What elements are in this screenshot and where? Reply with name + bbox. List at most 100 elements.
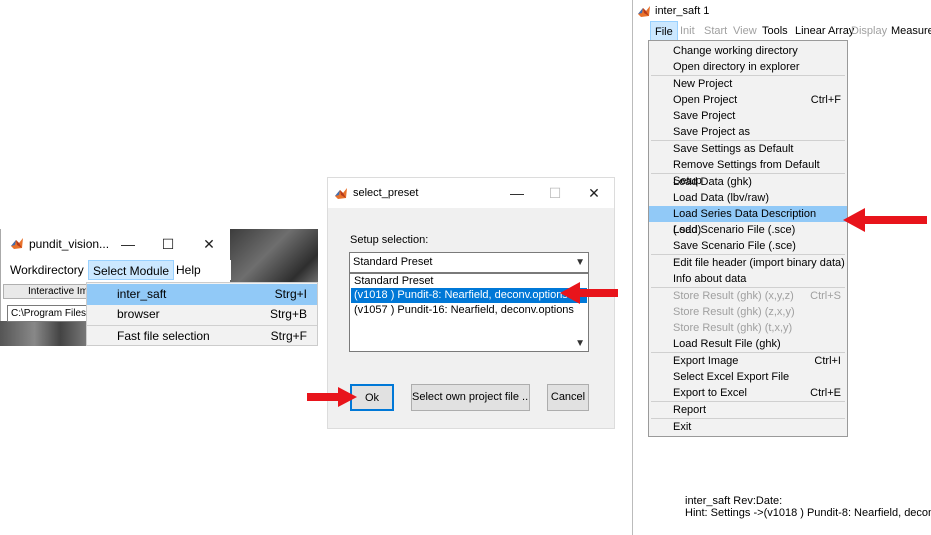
menu-item-save-project-as[interactable]: Save Project as bbox=[649, 124, 847, 140]
menu-item-load-result-file[interactable]: Load Result File (ghk) bbox=[649, 336, 847, 352]
menu-item-save-project[interactable]: Save Project bbox=[649, 108, 847, 124]
menu-item-label: Store Result (ghk) (t,x,y) bbox=[673, 322, 793, 334]
program-path-field[interactable]: C:\Program Files\ bbox=[7, 305, 89, 322]
menu-item-export-to-excel[interactable]: Export to Excel Ctrl+E bbox=[649, 385, 847, 401]
menu-item-label: Store Result (ghk) (z,x,y) bbox=[673, 306, 795, 318]
menu-item-shortcut: Ctrl+I bbox=[814, 355, 841, 367]
menu-file[interactable]: File bbox=[650, 21, 678, 41]
menu-item-fast-file-selection[interactable]: Fast file selection Strg+F bbox=[87, 326, 317, 347]
matlab-icon bbox=[11, 238, 23, 249]
menu-item-label: Load Data (ghk) bbox=[673, 176, 752, 188]
menu-item-select-excel-export-file[interactable]: Select Excel Export File bbox=[649, 369, 847, 385]
menu-item-label: Load Result File (ghk) bbox=[673, 338, 781, 350]
menu-item-browser[interactable]: browser Strg+B bbox=[87, 304, 317, 325]
menu-view[interactable]: View bbox=[733, 21, 757, 41]
menubar: File Init Start View Tools Linear Array … bbox=[633, 21, 931, 41]
combobox-value: Standard Preset bbox=[353, 256, 433, 268]
menu-item-store-result-xyz[interactable]: Store Result (ghk) (x,y,z) Ctrl+S bbox=[649, 288, 847, 304]
chevron-down-icon[interactable]: ▼ bbox=[575, 253, 585, 272]
menu-item-label: browser bbox=[117, 307, 160, 321]
inter-saft-window: inter_saft 1 File Init Start View Tools … bbox=[632, 0, 931, 535]
dialog-title: select_preset bbox=[353, 187, 419, 199]
window-title: inter_saft 1 bbox=[655, 5, 710, 17]
list-item[interactable]: (v1057 ) Pundit-16: Nearfield, deconv.op… bbox=[351, 303, 587, 318]
menu-tools[interactable]: Tools bbox=[762, 21, 788, 41]
menu-item-label: Save Scenario File (.sce) bbox=[673, 240, 796, 252]
menu-item-label: inter_saft bbox=[117, 287, 167, 301]
menu-help[interactable]: Help bbox=[172, 260, 205, 280]
red-arrow-icon bbox=[307, 387, 357, 407]
menu-item-export-image[interactable]: Export Image Ctrl+I bbox=[649, 353, 847, 369]
menu-item-load-data-lbv-raw[interactable]: Load Data (lbv/raw) bbox=[649, 190, 847, 206]
cancel-button[interactable]: Cancel bbox=[547, 384, 589, 411]
menu-item-label: Store Result (ghk) (x,y,z) bbox=[673, 290, 794, 302]
menu-start[interactable]: Start bbox=[704, 21, 727, 41]
menu-item-store-result-txy[interactable]: Store Result (ghk) (t,x,y) bbox=[649, 320, 847, 336]
window-title: pundit_vision... bbox=[29, 237, 110, 251]
menu-item-inter-saft[interactable]: inter_saft Strg+I bbox=[87, 284, 317, 305]
menu-item-label: Export Image bbox=[673, 355, 739, 367]
matlab-icon bbox=[335, 188, 347, 199]
menu-workdirectory[interactable]: Workdirectory bbox=[6, 260, 88, 280]
menu-item-edit-file-header[interactable]: Edit file header (import binary data) bbox=[649, 255, 847, 271]
select-module-dropdown: inter_saft Strg+I browser Strg+B Fast fi… bbox=[86, 282, 318, 346]
menu-item-report[interactable]: Report bbox=[649, 402, 847, 418]
status-revision-text: inter_saft Rev:Date: bbox=[685, 495, 783, 507]
maximize-icon: ☐ bbox=[548, 185, 562, 201]
menubar: Workdirectory Select Module Help bbox=[1, 260, 231, 280]
menu-item-save-scenario-file[interactable]: Save Scenario File (.sce) bbox=[649, 238, 847, 254]
background-rock-image-lower bbox=[0, 320, 86, 346]
menu-item-save-settings-default[interactable]: Save Settings as Default bbox=[649, 141, 847, 157]
menu-item-load-series-data-description[interactable]: Load Series Data Description (.sdd) bbox=[649, 206, 847, 236]
red-arrow-icon bbox=[560, 282, 618, 304]
menu-item-load-scenario-file[interactable]: Load Scenario File (.sce) bbox=[649, 222, 847, 238]
menu-item-label: Info about data bbox=[673, 273, 747, 285]
list-item[interactable]: Standard Preset bbox=[351, 274, 587, 289]
menu-item-label: Load Scenario File (.sce) bbox=[673, 224, 796, 236]
menu-item-open-project[interactable]: Open Project Ctrl+F bbox=[649, 92, 847, 108]
maximize-icon[interactable]: ☐ bbox=[153, 234, 183, 254]
interactive-image-field[interactable]: Interactive Im bbox=[3, 284, 89, 299]
preset-listbox[interactable]: Standard Preset (v1018 ) Pundit-8: Nearf… bbox=[349, 273, 589, 352]
menu-item-shortcut: Ctrl+E bbox=[810, 387, 841, 399]
menu-item-store-result-zxy[interactable]: Store Result (ghk) (z,x,y) bbox=[649, 304, 847, 320]
menu-item-change-working-directory[interactable]: Change working directory bbox=[649, 43, 847, 59]
menu-item-label: Open Project bbox=[673, 94, 738, 106]
close-icon[interactable]: ✕ bbox=[579, 183, 609, 203]
menu-item-exit[interactable]: Exit bbox=[649, 419, 847, 435]
menu-item-info-about-data[interactable]: Info about data bbox=[649, 271, 847, 287]
menu-item-shortcut: Ctrl+F bbox=[810, 94, 841, 106]
menu-item-load-data-ghk[interactable]: Load Data (ghk) bbox=[649, 174, 847, 190]
menu-item-remove-settings-default[interactable]: Remove Settings from Default Setup bbox=[649, 157, 847, 187]
menu-measurement[interactable]: Measurem bbox=[891, 21, 931, 41]
preset-combobox[interactable]: Standard Preset ▼ bbox=[349, 252, 589, 273]
dialog-titlebar: select_preset — ☐ ✕ bbox=[328, 178, 614, 208]
menu-select-module[interactable]: Select Module bbox=[88, 260, 175, 280]
minimize-icon[interactable]: — bbox=[502, 183, 532, 203]
menu-item-label: Edit file header (import binary data) bbox=[673, 257, 845, 269]
menu-item-shortcut: Strg+B bbox=[269, 307, 307, 321]
menu-item-label: Save Project as bbox=[673, 126, 751, 138]
menu-init[interactable]: Init bbox=[680, 21, 695, 41]
menu-item-label: Exit bbox=[673, 421, 692, 433]
menu-item-new-project[interactable]: New Project bbox=[649, 76, 847, 92]
menu-item-label: Fast file selection bbox=[117, 329, 210, 343]
setup-selection-label: Setup selection: bbox=[350, 234, 429, 246]
menu-item-shortcut: Strg+I bbox=[274, 287, 307, 301]
red-arrow-icon bbox=[843, 208, 927, 232]
minimize-icon[interactable]: — bbox=[113, 234, 143, 254]
select-own-project-file-button[interactable]: Select own project file ... bbox=[411, 384, 530, 411]
menu-item-label: Select Excel Export File bbox=[673, 371, 790, 383]
menu-display[interactable]: Display bbox=[851, 21, 887, 41]
matlab-icon bbox=[638, 6, 650, 17]
menu-item-label: Change working directory bbox=[673, 45, 798, 57]
chevron-down-icon[interactable]: ▼ bbox=[575, 338, 585, 349]
menu-linear-array[interactable]: Linear Array bbox=[795, 21, 854, 41]
file-menu-dropdown: Change working directory Open directory … bbox=[648, 40, 848, 437]
list-item-selected[interactable]: (v1018 ) Pundit-8: Nearfield, deconv.opt… bbox=[351, 288, 587, 303]
status-hint-text: Hint: Settings ->(v1018 ) Pundit-8: Near… bbox=[685, 507, 931, 519]
menu-item-shortcut: Ctrl+S bbox=[810, 290, 841, 302]
menu-item-label: Export to Excel bbox=[673, 387, 747, 399]
close-icon[interactable]: ✕ bbox=[194, 234, 224, 254]
menu-item-open-directory-in-explorer[interactable]: Open directory in explorer bbox=[649, 59, 847, 75]
